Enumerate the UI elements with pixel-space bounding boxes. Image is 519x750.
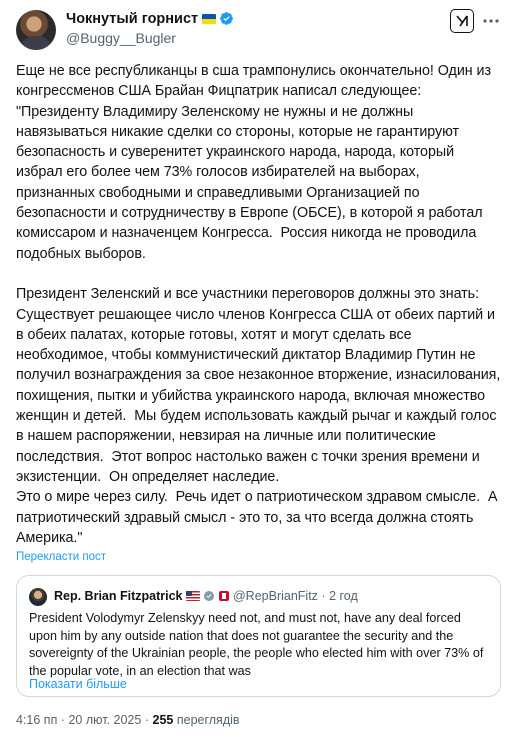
tweet-meta: 4:16 пп · 20 лют. 2025 · 255 переглядів — [16, 713, 240, 727]
translate-post-link[interactable]: Перекласти пост — [16, 551, 106, 563]
verified-badge-icon — [220, 12, 234, 25]
us-flag-icon — [185, 591, 200, 601]
post-time[interactable]: 4:16 пп — [16, 713, 57, 727]
quoted-text: President Volodymyr Zelenskyy need not, … — [29, 611, 487, 678]
post-date[interactable]: 20 лют. 2025 — [68, 713, 141, 727]
more-options-icon — [483, 19, 499, 23]
quoted-avatar[interactable] — [29, 588, 47, 606]
meta-separator: · — [144, 713, 150, 727]
verified-grey-icon — [203, 591, 214, 601]
show-more-link[interactable]: Показати більше — [29, 677, 127, 691]
avatar[interactable] — [16, 10, 56, 50]
quoted-separator: · — [321, 589, 326, 603]
author-name-row[interactable]: Чокнутый горнист — [66, 11, 234, 27]
quoted-author-name[interactable]: Rep. Brian Fitzpatrick — [54, 589, 183, 603]
quoted-time[interactable]: 2 год — [329, 589, 358, 603]
quoted-header: Rep. Brian Fitzpatrick @RepBrianFitz · 2… — [54, 589, 358, 603]
quoted-tweet[interactable]: Rep. Brian Fitzpatrick @RepBrianFitz · 2… — [16, 575, 501, 697]
ukraine-flag-icon — [202, 14, 217, 24]
government-badge-icon — [218, 591, 229, 601]
more-options-button[interactable] — [480, 10, 502, 32]
meta-separator: · — [60, 713, 65, 727]
tweet-text: Еще не все республиканцы в сша трампонул… — [16, 63, 501, 546]
views-label: переглядів — [176, 713, 240, 727]
grok-button[interactable] — [450, 9, 474, 33]
author-handle[interactable]: @Buggy__Bugler — [66, 30, 176, 46]
quoted-author-handle[interactable]: @RepBrianFitz — [233, 589, 318, 603]
views-count: 255 — [152, 713, 174, 727]
author-name[interactable]: Чокнутый горнист — [66, 11, 198, 27]
grok-icon — [456, 15, 468, 27]
